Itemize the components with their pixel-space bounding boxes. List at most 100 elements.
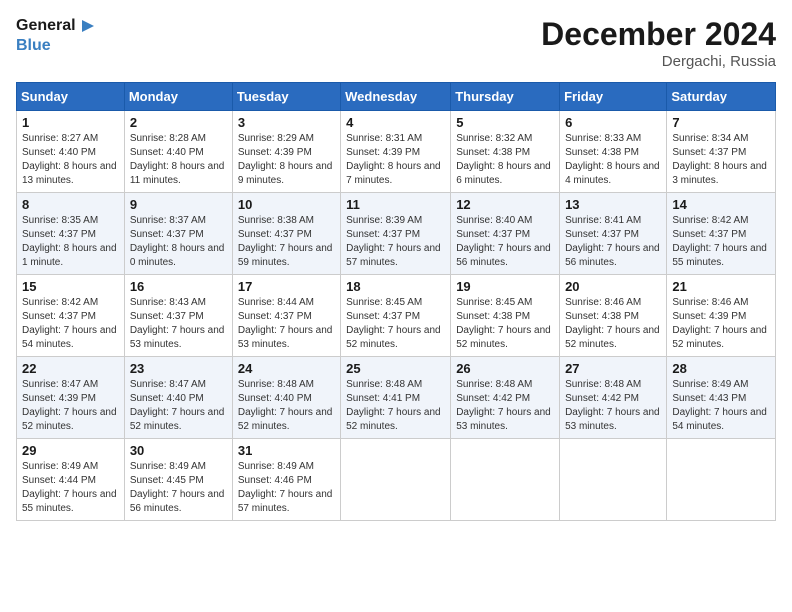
day-info: Sunrise: 8:46 AM Sunset: 4:39 PM Dayligh…	[672, 296, 770, 352]
day-number: 1	[22, 115, 119, 130]
day-number: 2	[130, 115, 227, 130]
day-number: 3	[238, 115, 335, 130]
day-cell-21: 21 Sunrise: 8:46 AM Sunset: 4:39 PM Dayl…	[667, 275, 776, 357]
day-info: Sunrise: 8:42 AM Sunset: 4:37 PM Dayligh…	[672, 214, 770, 270]
day-number: 31	[238, 443, 335, 458]
day-cell-28: 28 Sunrise: 8:49 AM Sunset: 4:43 PM Dayl…	[667, 357, 776, 439]
day-cell-16: 16 Sunrise: 8:43 AM Sunset: 4:37 PM Dayl…	[124, 275, 232, 357]
day-cell-30: 30 Sunrise: 8:49 AM Sunset: 4:45 PM Dayl…	[124, 439, 232, 521]
day-number: 19	[456, 279, 554, 294]
day-number: 7	[672, 115, 770, 130]
day-number: 30	[130, 443, 227, 458]
day-info: Sunrise: 8:49 AM Sunset: 4:43 PM Dayligh…	[672, 378, 770, 434]
day-number: 28	[672, 361, 770, 376]
day-info: Sunrise: 8:43 AM Sunset: 4:37 PM Dayligh…	[130, 296, 227, 352]
day-cell-24: 24 Sunrise: 8:48 AM Sunset: 4:40 PM Dayl…	[232, 357, 340, 439]
day-info: Sunrise: 8:47 AM Sunset: 4:40 PM Dayligh…	[130, 378, 227, 434]
weekday-header-tuesday: Tuesday	[232, 83, 340, 111]
day-number: 15	[22, 279, 119, 294]
logo-text: General Blue	[16, 16, 98, 55]
day-number: 23	[130, 361, 227, 376]
day-info: Sunrise: 8:48 AM Sunset: 4:42 PM Dayligh…	[565, 378, 661, 434]
day-info: Sunrise: 8:48 AM Sunset: 4:42 PM Dayligh…	[456, 378, 554, 434]
day-cell-10: 10 Sunrise: 8:38 AM Sunset: 4:37 PM Dayl…	[232, 193, 340, 275]
day-info: Sunrise: 8:28 AM Sunset: 4:40 PM Dayligh…	[130, 132, 227, 188]
day-info: Sunrise: 8:29 AM Sunset: 4:39 PM Dayligh…	[238, 132, 335, 188]
day-number: 9	[130, 197, 227, 212]
day-cell-17: 17 Sunrise: 8:44 AM Sunset: 4:37 PM Dayl…	[232, 275, 340, 357]
day-cell-12: 12 Sunrise: 8:40 AM Sunset: 4:37 PM Dayl…	[451, 193, 560, 275]
empty-cell	[667, 439, 776, 521]
day-info: Sunrise: 8:39 AM Sunset: 4:37 PM Dayligh…	[346, 214, 445, 270]
day-number: 20	[565, 279, 661, 294]
day-cell-5: 5 Sunrise: 8:32 AM Sunset: 4:38 PM Dayli…	[451, 111, 560, 193]
day-number: 8	[22, 197, 119, 212]
day-info: Sunrise: 8:42 AM Sunset: 4:37 PM Dayligh…	[22, 296, 119, 352]
day-cell-23: 23 Sunrise: 8:47 AM Sunset: 4:40 PM Dayl…	[124, 357, 232, 439]
weekday-header-saturday: Saturday	[667, 83, 776, 111]
weekday-header-thursday: Thursday	[451, 83, 560, 111]
day-number: 12	[456, 197, 554, 212]
day-cell-20: 20 Sunrise: 8:46 AM Sunset: 4:38 PM Dayl…	[560, 275, 667, 357]
day-number: 25	[346, 361, 445, 376]
day-cell-26: 26 Sunrise: 8:48 AM Sunset: 4:42 PM Dayl…	[451, 357, 560, 439]
day-cell-22: 22 Sunrise: 8:47 AM Sunset: 4:39 PM Dayl…	[17, 357, 125, 439]
empty-cell	[560, 439, 667, 521]
day-info: Sunrise: 8:37 AM Sunset: 4:37 PM Dayligh…	[130, 214, 227, 270]
day-cell-31: 31 Sunrise: 8:49 AM Sunset: 4:46 PM Dayl…	[232, 439, 340, 521]
day-info: Sunrise: 8:41 AM Sunset: 4:37 PM Dayligh…	[565, 214, 661, 270]
weekday-header-friday: Friday	[560, 83, 667, 111]
empty-cell	[341, 439, 451, 521]
day-number: 14	[672, 197, 770, 212]
day-number: 5	[456, 115, 554, 130]
logo-arrow-icon	[78, 16, 98, 36]
day-cell-1: 1 Sunrise: 8:27 AM Sunset: 4:40 PM Dayli…	[17, 111, 125, 193]
day-cell-2: 2 Sunrise: 8:28 AM Sunset: 4:40 PM Dayli…	[124, 111, 232, 193]
day-number: 27	[565, 361, 661, 376]
day-info: Sunrise: 8:38 AM Sunset: 4:37 PM Dayligh…	[238, 214, 335, 270]
day-number: 26	[456, 361, 554, 376]
day-cell-27: 27 Sunrise: 8:48 AM Sunset: 4:42 PM Dayl…	[560, 357, 667, 439]
day-number: 4	[346, 115, 445, 130]
day-number: 18	[346, 279, 445, 294]
location: Dergachi, Russia	[541, 53, 776, 70]
day-info: Sunrise: 8:47 AM Sunset: 4:39 PM Dayligh…	[22, 378, 119, 434]
day-cell-14: 14 Sunrise: 8:42 AM Sunset: 4:37 PM Dayl…	[667, 193, 776, 275]
day-cell-13: 13 Sunrise: 8:41 AM Sunset: 4:37 PM Dayl…	[560, 193, 667, 275]
day-info: Sunrise: 8:44 AM Sunset: 4:37 PM Dayligh…	[238, 296, 335, 352]
day-info: Sunrise: 8:45 AM Sunset: 4:37 PM Dayligh…	[346, 296, 445, 352]
day-cell-9: 9 Sunrise: 8:37 AM Sunset: 4:37 PM Dayli…	[124, 193, 232, 275]
day-info: Sunrise: 8:27 AM Sunset: 4:40 PM Dayligh…	[22, 132, 119, 188]
day-info: Sunrise: 8:46 AM Sunset: 4:38 PM Dayligh…	[565, 296, 661, 352]
day-number: 13	[565, 197, 661, 212]
day-info: Sunrise: 8:48 AM Sunset: 4:40 PM Dayligh…	[238, 378, 335, 434]
day-number: 24	[238, 361, 335, 376]
day-info: Sunrise: 8:45 AM Sunset: 4:38 PM Dayligh…	[456, 296, 554, 352]
day-info: Sunrise: 8:33 AM Sunset: 4:38 PM Dayligh…	[565, 132, 661, 188]
day-cell-11: 11 Sunrise: 8:39 AM Sunset: 4:37 PM Dayl…	[341, 193, 451, 275]
day-number: 6	[565, 115, 661, 130]
day-info: Sunrise: 8:49 AM Sunset: 4:46 PM Dayligh…	[238, 460, 335, 516]
day-info: Sunrise: 8:49 AM Sunset: 4:45 PM Dayligh…	[130, 460, 227, 516]
weekday-header-monday: Monday	[124, 83, 232, 111]
day-info: Sunrise: 8:40 AM Sunset: 4:37 PM Dayligh…	[456, 214, 554, 270]
day-number: 11	[346, 197, 445, 212]
day-cell-25: 25 Sunrise: 8:48 AM Sunset: 4:41 PM Dayl…	[341, 357, 451, 439]
day-cell-4: 4 Sunrise: 8:31 AM Sunset: 4:39 PM Dayli…	[341, 111, 451, 193]
weekday-header-wednesday: Wednesday	[341, 83, 451, 111]
weekday-header-sunday: Sunday	[17, 83, 125, 111]
week-row-5: 29 Sunrise: 8:49 AM Sunset: 4:44 PM Dayl…	[17, 439, 776, 521]
day-number: 22	[22, 361, 119, 376]
day-cell-29: 29 Sunrise: 8:49 AM Sunset: 4:44 PM Dayl…	[17, 439, 125, 521]
day-cell-15: 15 Sunrise: 8:42 AM Sunset: 4:37 PM Dayl…	[17, 275, 125, 357]
day-info: Sunrise: 8:32 AM Sunset: 4:38 PM Dayligh…	[456, 132, 554, 188]
week-row-1: 1 Sunrise: 8:27 AM Sunset: 4:40 PM Dayli…	[17, 111, 776, 193]
logo-general: General	[16, 16, 76, 35]
page-header: General Blue December 2024 Dergachi, Rus…	[16, 16, 776, 70]
day-number: 17	[238, 279, 335, 294]
logo-blue: Blue	[16, 36, 98, 55]
day-info: Sunrise: 8:35 AM Sunset: 4:37 PM Dayligh…	[22, 214, 119, 270]
day-number: 29	[22, 443, 119, 458]
day-cell-8: 8 Sunrise: 8:35 AM Sunset: 4:37 PM Dayli…	[17, 193, 125, 275]
title-block: December 2024 Dergachi, Russia	[541, 16, 776, 70]
